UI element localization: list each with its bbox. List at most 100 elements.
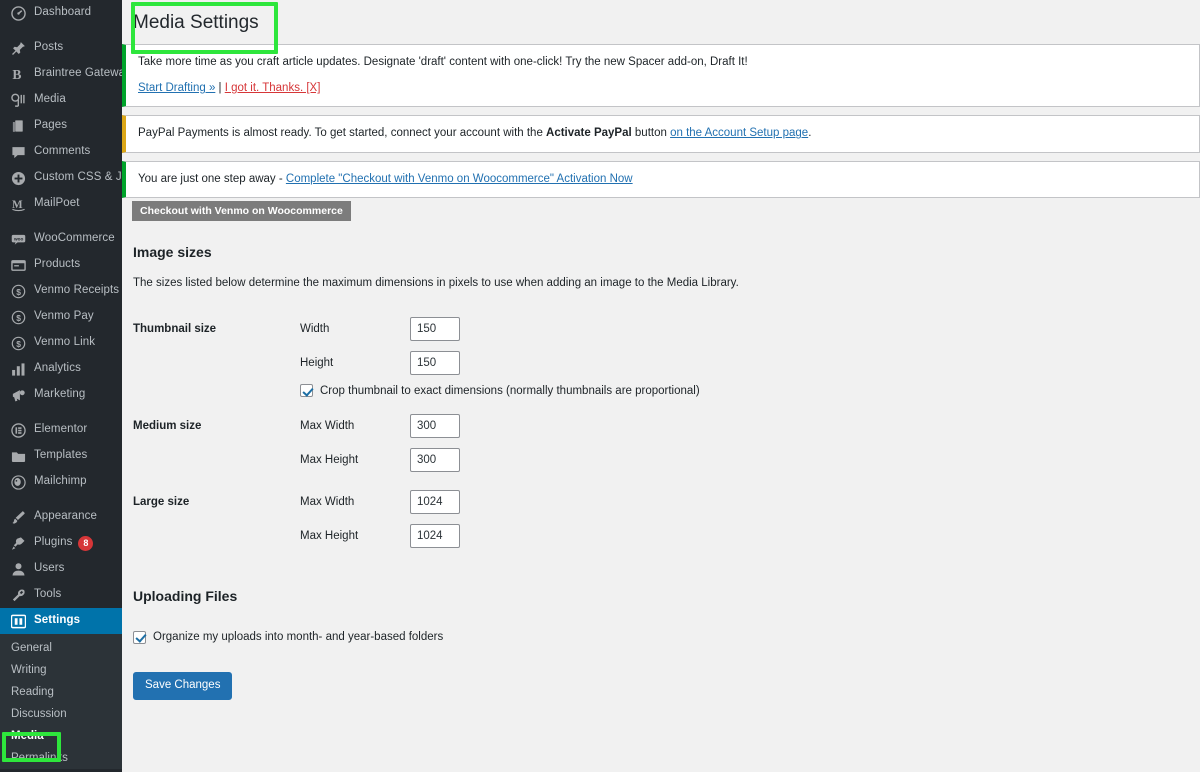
medium-size-max-height-input[interactable] bbox=[410, 448, 460, 473]
sidebar-item-users[interactable]: Users bbox=[0, 556, 122, 582]
thumbnail-size-height-input[interactable] bbox=[410, 351, 460, 376]
sidebar-item-products[interactable]: Products bbox=[0, 252, 122, 278]
paypal-bold-label: Activate PayPal bbox=[546, 127, 632, 140]
sidebar-item-plugins[interactable]: Plugins 8 bbox=[0, 530, 122, 556]
wrench-icon bbox=[9, 586, 27, 604]
notice-spacer bbox=[122, 107, 1200, 115]
image-size-row: Thumbnail size Width Height Crop thumbnail … bbox=[133, 308, 833, 405]
large-size-max-width-input[interactable] bbox=[410, 490, 460, 515]
dismiss-draft-it-link[interactable]: I got it. Thanks. [X] bbox=[225, 82, 321, 94]
dollar-circle-icon: $ bbox=[9, 334, 27, 352]
submenu-item-media[interactable]: Media bbox=[0, 725, 122, 747]
notice-draft-it-text: Take more time as you craft article upda… bbox=[138, 55, 748, 68]
field-label: Max Height bbox=[300, 454, 359, 467]
large-size-max-height-input[interactable] bbox=[410, 524, 460, 549]
sidebar-separator bbox=[0, 408, 122, 417]
field-label: Height bbox=[300, 357, 334, 370]
dashboard-icon bbox=[9, 4, 27, 22]
crop-thumbnail-row[interactable]: Crop thumbnail to exact dimensions (norm… bbox=[300, 384, 833, 398]
sidebar-item-label: Products bbox=[34, 258, 81, 271]
analytics-icon bbox=[9, 360, 27, 378]
sidebar-item-marketing[interactable]: Marketing bbox=[0, 382, 122, 408]
sidebar-item-label: Comments bbox=[34, 145, 91, 158]
field-row: Max Width bbox=[300, 489, 833, 515]
thumbnail-size-width-input[interactable] bbox=[410, 317, 460, 342]
medium-size-max-width-input[interactable] bbox=[410, 414, 460, 439]
start-drafting-link[interactable]: Start Drafting » bbox=[138, 82, 215, 94]
sidebar-item-comments[interactable]: Comments bbox=[0, 139, 122, 165]
plugins-update-badge: 8 bbox=[78, 535, 94, 551]
image-size-row-fields: Width Height Crop thumbnail to exact dimen… bbox=[300, 308, 833, 405]
sidebar-item-elementor[interactable]: Elementor bbox=[0, 417, 122, 443]
save-changes-button[interactable]: Save Changes bbox=[133, 671, 233, 700]
sidebar-item-settings[interactable]: Settings bbox=[0, 608, 122, 634]
crop-thumbnail-checkbox[interactable] bbox=[300, 384, 313, 398]
media-icon bbox=[9, 91, 27, 109]
organize-uploads-checkbox[interactable] bbox=[133, 630, 146, 644]
sidebar-item-templates[interactable]: Templates bbox=[0, 443, 122, 469]
notice-paypal-text: PayPal Payments is almost ready. To get … bbox=[138, 125, 1187, 142]
folder-icon bbox=[9, 447, 27, 465]
account-setup-link[interactable]: on the Account Setup page bbox=[670, 127, 808, 139]
braintree-icon: B bbox=[9, 65, 27, 83]
notice-paypal: PayPal Payments is almost ready. To get … bbox=[122, 115, 1200, 153]
products-icon bbox=[9, 256, 27, 274]
sidebar-item-mailpoet[interactable]: M MailPoet bbox=[0, 191, 122, 217]
plus-circle-icon bbox=[9, 169, 27, 187]
sidebar-item-venmo-pay[interactable]: $ Venmo Pay bbox=[0, 304, 122, 330]
submenu-item-discussion[interactable]: Discussion bbox=[0, 703, 122, 725]
sidebar-item-appearance[interactable]: Appearance bbox=[0, 504, 122, 530]
sidebar-item-woocommerce[interactable]: woo WooCommerce bbox=[0, 226, 122, 252]
sidebar-item-mailchimp[interactable]: Mailchimp bbox=[0, 469, 122, 495]
sidebar-separator bbox=[0, 217, 122, 226]
field-label: Max Width bbox=[300, 420, 355, 433]
svg-text:woo: woo bbox=[13, 236, 23, 241]
sidebar-item-label: MailPoet bbox=[34, 197, 80, 210]
sidebar-item-label: Venmo Pay bbox=[34, 310, 94, 323]
sidebar-item-pages[interactable]: Pages bbox=[0, 113, 122, 139]
sidebar-item-label: Users bbox=[34, 562, 65, 575]
notice-venmo: You are just one step away - Complete "C… bbox=[122, 160, 1200, 198]
uploading-files-heading: Uploading Files bbox=[133, 588, 238, 605]
sidebar-item-dashboard[interactable]: Dashboard bbox=[0, 0, 122, 26]
notice-venmo-text: You are just one step away - Complete "C… bbox=[138, 171, 1187, 188]
wordpress-admin-screen: Dashboard Posts B Braintree Gateway Media Pag… bbox=[0, 0, 1200, 772]
paypal-text-middle: button bbox=[631, 127, 671, 140]
sidebar-item-tools[interactable]: Tools bbox=[0, 582, 122, 608]
crop-thumbnail-label: Crop thumbnail to exact dimensions (norm… bbox=[320, 384, 700, 397]
dollar-circle-icon: $ bbox=[9, 308, 27, 326]
sidebar-item-venmo-link[interactable]: $ Venmo Link bbox=[0, 330, 122, 356]
submenu-item-general[interactable]: General bbox=[0, 637, 122, 659]
submenu-item-permalinks[interactable]: Permalinks bbox=[0, 747, 122, 769]
submenu-item-reading[interactable]: Reading bbox=[0, 681, 122, 703]
sidebar-item-custom-css-js[interactable]: Custom CSS & JS bbox=[0, 165, 122, 191]
venmo-activation-link[interactable]: Complete "Checkout with Venmo on Woocomm… bbox=[286, 173, 633, 185]
sidebar-item-label: Custom CSS & JS bbox=[34, 171, 122, 184]
sidebar-item-label: Mailchimp bbox=[34, 475, 87, 488]
image-size-row-label: Large size bbox=[133, 496, 190, 509]
venmo-text-before: You are just one step away - bbox=[138, 172, 286, 185]
uploading-files-section: Uploading Files Organize my uploads into… bbox=[133, 587, 1200, 644]
sidebar-item-venmo-receipts[interactable]: $ Venmo Receipts bbox=[0, 278, 122, 304]
sidebar-item-braintree-gateway[interactable]: B Braintree Gateway bbox=[0, 61, 122, 87]
image-size-row: Large size Max Width Max Height bbox=[133, 481, 833, 557]
svg-text:$: $ bbox=[16, 286, 21, 296]
sidebar-item-label: Pages bbox=[34, 119, 68, 132]
sidebar-item-label: Tools bbox=[34, 588, 62, 601]
sidebar-item-label: Elementor bbox=[34, 423, 88, 436]
sidebar-item-posts[interactable]: Posts bbox=[0, 35, 122, 61]
submenu-item-writing[interactable]: Writing bbox=[0, 659, 122, 681]
sidebar-item-label: Templates bbox=[34, 449, 88, 462]
megaphone-icon bbox=[9, 386, 27, 404]
field-label: Width bbox=[300, 323, 330, 336]
user-icon bbox=[9, 560, 27, 578]
page-title: Media Settings bbox=[133, 12, 259, 33]
sidebar-item-media[interactable]: Media bbox=[0, 87, 122, 113]
dollar-circle-icon: $ bbox=[9, 282, 27, 300]
sidebar-item-analytics[interactable]: Analytics bbox=[0, 356, 122, 382]
sidebar-item-label: Plugins bbox=[34, 536, 73, 549]
woocommerce-icon: woo bbox=[9, 230, 27, 248]
sidebar-item-label: Analytics bbox=[34, 362, 81, 375]
organize-uploads-row[interactable]: Organize my uploads into month- and year… bbox=[133, 630, 1200, 644]
field-row: Max Height bbox=[300, 523, 833, 549]
